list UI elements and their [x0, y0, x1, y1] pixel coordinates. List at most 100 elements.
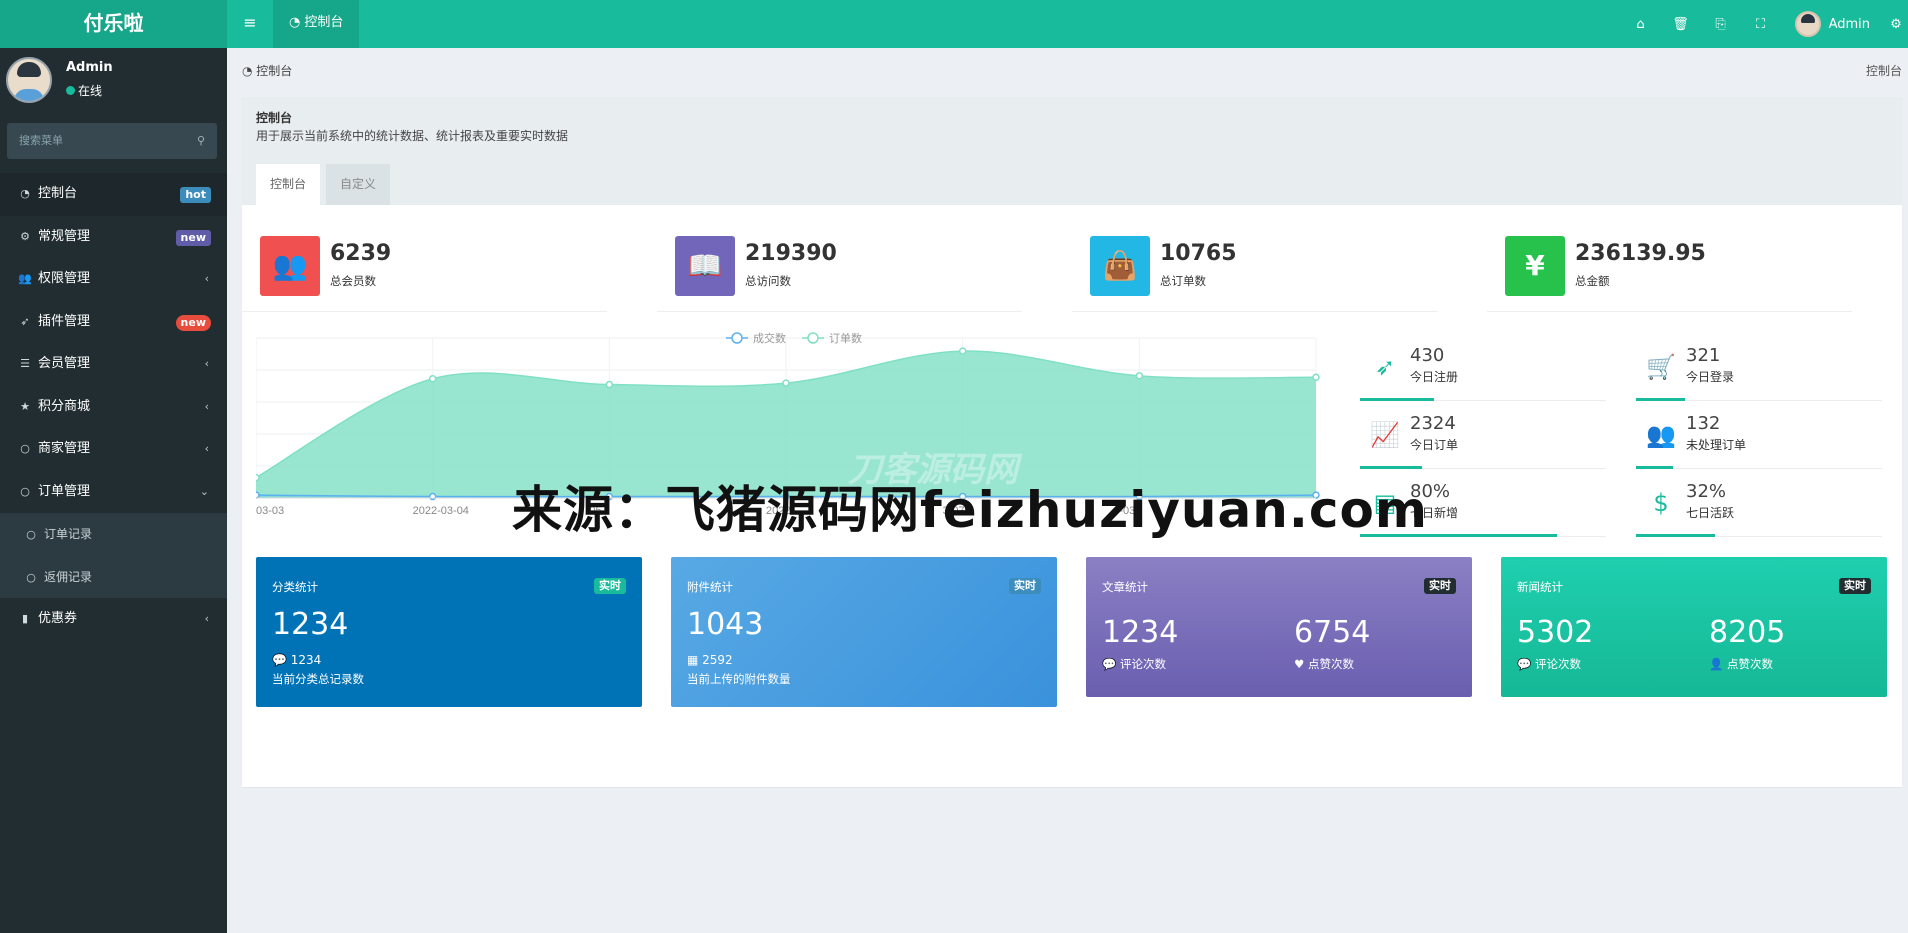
new-badge: new: [175, 229, 211, 246]
avatar: [1794, 11, 1821, 37]
home-icon[interactable]: ⌂: [1621, 17, 1661, 32]
heart-icon: ♥: [1294, 657, 1308, 671]
brand-logo[interactable]: 付乐啦: [0, 0, 227, 48]
sidebar-item-dashboard[interactable]: ◔ 控制台 hot: [0, 173, 227, 216]
user-menu[interactable]: Admin: [1781, 11, 1884, 37]
dashboard-icon: ◔: [289, 15, 301, 30]
top-tab-dashboard[interactable]: ◔ 控制台: [273, 0, 360, 48]
realtime-badge: 实时: [1839, 578, 1871, 594]
menu-toggle-icon[interactable]: ≡: [227, 0, 273, 48]
users-icon: 👥: [18, 272, 32, 285]
realtime-badge: 实时: [594, 578, 626, 594]
mini-stat-label: 七日活跃: [1686, 506, 1735, 520]
realtime-badge: 实时: [1424, 578, 1456, 594]
settings-icon[interactable]: ⚙: [1884, 17, 1908, 32]
card-article-stats: 文章统计 实时 1234 💬 评论次数 6754 ♥ 点赞次数: [1086, 557, 1472, 697]
data-point-orders: [428, 374, 437, 383]
card-left-label: 评论次数: [1534, 657, 1581, 671]
mini-stat-label: 今日登录: [1686, 370, 1735, 384]
breadcrumb-right[interactable]: 控制台: [1866, 62, 1902, 79]
card-likes: 6754 ♥ 点赞次数: [1294, 615, 1454, 672]
chevron-left-icon: ‹: [204, 612, 209, 625]
mini-stat-progress: [1360, 398, 1434, 401]
chevron-down-icon: ⌄: [199, 484, 209, 498]
sidebar-item-orders[interactable]: ○ 订单管理 ⌄: [0, 471, 227, 514]
top-right-tools: ⌂ 🗑 ⎘ ⛶ Admin ⚙: [1621, 0, 1908, 48]
comment-icon: 💬: [1517, 657, 1535, 671]
top-tab-label: 控制台: [304, 15, 344, 30]
stat-value: 6239: [330, 241, 392, 266]
x-tick-label: 03-03: [256, 505, 284, 517]
mini-stat-value: 2324: [1410, 413, 1456, 434]
sidebar-item-merchants[interactable]: ○ 商家管理 ‹: [0, 428, 227, 471]
sidebar-item-order-records[interactable]: ○ 订单记录: [0, 513, 227, 556]
data-point-deals: [428, 492, 437, 501]
panel-heading: 控制台 用于展示当前系统中的统计数据、统计报表及重要实时数据 控制台 自定义: [242, 97, 1902, 205]
shopping-bag-icon: 👜: [1090, 236, 1150, 296]
card-right-label-row: ♥ 点赞次数: [1294, 656, 1454, 672]
sidebar-item-label: 订单管理: [38, 483, 91, 499]
stat-label: 总订单数: [1160, 274, 1206, 288]
card-sub-number: 1234: [290, 653, 322, 667]
sidebar-item-coupons[interactable]: ▮ 优惠券 ‹: [0, 598, 227, 641]
breadcrumb-label: 控制台: [256, 64, 293, 78]
card-sub-label: 当前上传的附件数量: [687, 672, 791, 686]
search-placeholder: 搜索菜单: [19, 134, 63, 147]
circle-icon: ○: [20, 484, 30, 498]
translate-icon[interactable]: ⎘: [1701, 17, 1741, 32]
sidebar-user-name: Admin: [66, 60, 113, 75]
tab-custom[interactable]: 自定义: [326, 164, 391, 205]
star-icon: ★: [20, 399, 30, 413]
legend-marker: [731, 332, 743, 344]
card-left-label: 评论次数: [1119, 657, 1166, 671]
card-news-stats: 新闻统计 实时 5302 💬 评论次数 8205 👤 点赞次数: [1501, 557, 1887, 697]
mini-stat-seven-day-active: $ 32% 七日活跃: [1636, 475, 1882, 537]
mini-stat-progress: [1636, 398, 1686, 401]
sidebar-item-label: 插件管理: [38, 313, 91, 329]
top-navbar: 付乐啦 ≡ ◔ 控制台 ⌂ 🗑 ⎘ ⛶ Admin ⚙: [0, 0, 1908, 48]
card-left-value: 5302: [1517, 615, 1594, 650]
sidebar-item-label: 控制台: [38, 186, 78, 201]
sidebar-item-members[interactable]: ☰ 会员管理 ‹: [0, 343, 227, 386]
trash-icon[interactable]: 🗑: [1661, 17, 1701, 32]
user-panel: Admin 在线: [0, 48, 227, 116]
list-icon: ☰: [20, 357, 30, 370]
user-status-text: 在线: [78, 84, 103, 98]
bookmark-icon: ▮: [21, 612, 29, 625]
chevron-left-icon: ‹: [204, 442, 209, 455]
card-left-label-row: 💬 评论次数: [1517, 656, 1677, 672]
sidebar-item-commission-records[interactable]: ○ 返佣记录: [0, 556, 227, 599]
users-icon: 👥: [1646, 421, 1676, 449]
line-chart-icon: 📈: [1370, 421, 1400, 449]
sidebar-item-label: 会员管理: [38, 356, 91, 371]
circle-icon: ○: [26, 528, 36, 541]
menu-search-input[interactable]: 搜索菜单 ⚲: [7, 123, 217, 159]
data-point-orders: [1312, 373, 1320, 382]
tab-dashboard[interactable]: 控制台: [256, 164, 321, 205]
mini-stat-today-register: ➶ 430 今日注册: [1360, 339, 1606, 401]
sidebar-item-label: 积分商城: [38, 398, 91, 414]
card-title: 附件统计: [687, 580, 733, 594]
search-icon[interactable]: ⚲: [197, 123, 205, 159]
mini-stat-progress: [1636, 466, 1673, 469]
sidebar-item-plugins[interactable]: ➶ 插件管理 new: [0, 301, 227, 344]
fullscreen-icon[interactable]: ⛶: [1741, 17, 1781, 32]
card-value: 1043: [687, 607, 764, 642]
card-sub-value: 💬 1234: [272, 653, 321, 667]
dashboard-icon: ◔: [242, 64, 257, 78]
sidebar-item-label: 常规管理: [38, 228, 91, 244]
sidebar-item-points-mall[interactable]: ★ 积分商城 ‹: [0, 386, 227, 429]
cogs-icon: ⚙: [20, 229, 30, 243]
legend-label: 订单数: [829, 332, 862, 345]
card-right-value: 8205: [1709, 615, 1786, 650]
sidebar-item-auth[interactable]: 👥 权限管理 ‹: [0, 258, 227, 301]
x-tick-label: 2022-03-04: [413, 505, 469, 517]
legend-label: 成交数: [753, 331, 786, 345]
card-right-label: 点赞次数: [1307, 657, 1354, 671]
chevron-left-icon: ‹: [204, 272, 209, 285]
sidebar-item-general[interactable]: ⚙ 常规管理 new: [0, 216, 227, 259]
card-comments: 1234 💬 评论次数: [1102, 615, 1262, 672]
mini-stat-value: 32%: [1686, 481, 1727, 502]
panel-tabs: 控制台 自定义: [256, 164, 396, 205]
card-right-label-row: 👤 点赞次数: [1709, 656, 1869, 672]
